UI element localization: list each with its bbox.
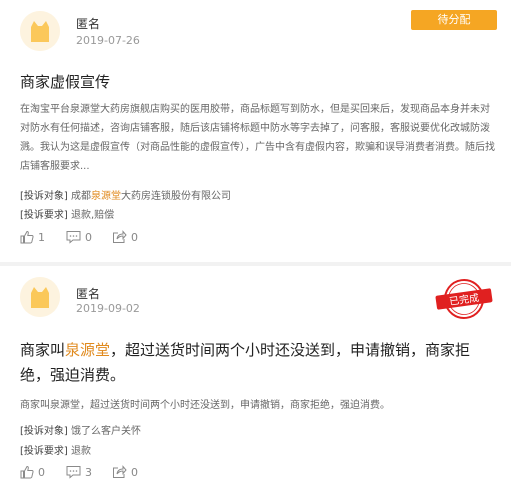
request-label: [投诉要求] — [20, 210, 68, 221]
cat-avatar-icon — [20, 277, 60, 317]
like-button[interactable]: 1 — [20, 229, 45, 245]
target-value: 饿了么客户关怀 — [71, 426, 141, 437]
complaint-title[interactable]: 商家叫泉源堂，超过送货时间两个小时还没送到，申请撤销，商家拒绝，强迫消费。 — [20, 338, 498, 388]
action-bar: 0 3 0 — [20, 464, 320, 480]
complaint-card[interactable]: 匿名 2019-07-26 待分配 商家虚假宣传 在淘宝平台泉源堂大药房旗舰店购… — [0, 0, 511, 262]
share-count: 0 — [131, 230, 138, 244]
comment-icon — [66, 466, 81, 479]
complaint-request: [投诉要求] 退款 — [20, 442, 91, 457]
author-name: 匿名 — [76, 287, 101, 301]
comment-button[interactable]: 3 — [66, 464, 92, 480]
complaint-request: [投诉要求] 退款,赔偿 — [20, 206, 114, 221]
share-count: 0 — [131, 465, 138, 479]
comment-count: 3 — [85, 465, 92, 479]
share-icon — [113, 465, 127, 478]
like-button[interactable]: 0 — [20, 464, 45, 480]
complaint-title[interactable]: 商家虚假宣传 — [20, 71, 110, 92]
share-icon — [113, 230, 127, 243]
action-bar: 1 0 0 — [20, 229, 320, 245]
complaint-target: [投诉对象] 成都泉源堂大药房连锁股份有限公司 — [20, 187, 231, 202]
comment-icon — [66, 231, 81, 244]
complaint-target: [投诉对象] 饿了么客户关怀 — [20, 422, 141, 437]
request-label: [投诉要求] — [20, 446, 68, 457]
like-count: 1 — [38, 230, 45, 244]
complaint-description[interactable]: 在淘宝平台泉源堂大药房旗舰店购买的医用胶带，商品标题写到防水，但是买回来后，发现… — [20, 100, 498, 176]
share-button[interactable]: 0 — [112, 229, 138, 245]
like-count: 0 — [38, 465, 45, 479]
request-value: 退款,赔偿 — [71, 210, 115, 221]
thumbs-up-icon — [20, 465, 34, 479]
cat-avatar-icon — [20, 11, 60, 51]
author-name: 匿名 — [76, 17, 101, 31]
status-badge: 待分配 — [411, 10, 497, 30]
title-prefix: 商家叫 — [20, 341, 66, 359]
comment-button[interactable]: 0 — [66, 229, 92, 245]
completed-stamp-icon: 已完成 — [435, 279, 493, 319]
complaint-description[interactable]: 商家叫泉源堂，超过送货时间两个小时还没送到，申请撤销，商家拒绝，强迫消费。 — [20, 396, 498, 415]
thumbs-up-icon — [20, 230, 34, 244]
title-highlight: 泉源堂 — [65, 341, 111, 359]
target-label: [投诉对象] — [20, 426, 68, 437]
request-value: 退款 — [71, 446, 91, 457]
target-highlight[interactable]: 泉源堂 — [91, 191, 121, 202]
post-date: 2019-09-02 — [76, 302, 140, 315]
target-suffix: 大药房连锁股份有限公司 — [121, 191, 231, 202]
target-label: [投诉对象] — [20, 191, 68, 202]
share-button[interactable]: 0 — [112, 464, 138, 480]
comment-count: 0 — [85, 230, 92, 244]
post-date: 2019-07-26 — [76, 34, 140, 47]
target-prefix: 成都 — [71, 191, 91, 202]
